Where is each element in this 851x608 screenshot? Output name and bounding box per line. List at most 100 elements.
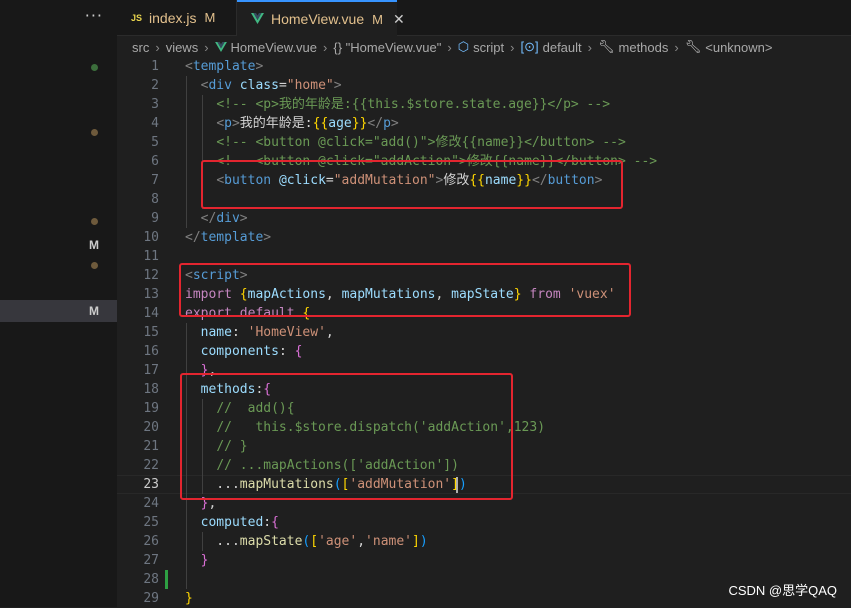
line-number: 20 — [143, 420, 159, 435]
breadcrumb-item[interactable]: HomeView.vue — [231, 40, 317, 55]
breadcrumb-item[interactable]: {} "HomeView.vue" — [333, 40, 441, 55]
git-added-bar — [165, 570, 168, 589]
code-token: name — [200, 325, 232, 340]
line-number: 4 — [151, 116, 159, 131]
more-actions-button[interactable]: ··· — [85, 6, 103, 25]
breadcrumb-item[interactable]: src — [132, 40, 149, 55]
code-token: > — [255, 59, 264, 74]
code-line[interactable]: computed:{ — [185, 513, 279, 532]
line-number: 9 — [151, 211, 159, 226]
code-token: </ — [200, 211, 217, 226]
code-line[interactable]: </div> — [185, 209, 248, 228]
code-line[interactable]: components: { — [185, 342, 303, 361]
tab-modified-mark: M — [204, 10, 216, 25]
code-token: > — [263, 230, 272, 245]
line-number: 15 — [143, 325, 159, 340]
code-token: { — [271, 515, 279, 530]
code-line[interactable]: <p>我的年龄是:{{age}}</p> — [185, 114, 399, 133]
indent-guide — [202, 532, 203, 551]
modified-mark: M — [89, 304, 99, 318]
line-number: 24 — [143, 496, 159, 511]
code-token: > — [239, 211, 248, 226]
git-status-dot — [91, 218, 98, 225]
line-number: 3 — [151, 97, 159, 112]
code-line[interactable]: <template> — [185, 57, 263, 76]
code-token: ) — [419, 534, 428, 549]
git-status-dot — [91, 262, 98, 269]
code-token: <!-- <p>我的年龄是:{{this.$store.state.age}}<… — [216, 97, 611, 112]
code-token: : — [231, 325, 248, 340]
code-token: template — [200, 230, 264, 245]
code-token: < — [216, 116, 225, 131]
code-token: : — [263, 515, 272, 530]
line-number: 21 — [143, 439, 159, 454]
line-number: 8 — [151, 192, 159, 207]
code-token: > — [333, 78, 342, 93]
tab-bar: js index.js M HomeView.vue M ✕ — [117, 0, 851, 36]
code-token: } — [200, 553, 209, 568]
line-number: 13 — [143, 287, 159, 302]
line-number: 18 — [143, 382, 159, 397]
indent-guide — [186, 76, 187, 228]
cube-icon: ⬡ — [457, 39, 470, 54]
annotation-box — [201, 160, 623, 209]
code-token: </ — [185, 230, 201, 245]
line-number: 1 — [151, 59, 159, 74]
code-line[interactable]: } — [185, 551, 209, 570]
breadcrumb-item[interactable]: script — [473, 40, 504, 55]
variable-icon: [⊙] — [520, 39, 539, 54]
breadcrumb-item[interactable]: <unknown> — [705, 40, 772, 55]
line-number: 26 — [143, 534, 159, 549]
close-icon[interactable]: ✕ — [393, 11, 405, 28]
code-line[interactable]: ...mapState(['age','name']) — [185, 532, 428, 551]
code-line[interactable]: name: 'HomeView', — [185, 323, 334, 342]
tab-index-js[interactable]: js index.js M — [117, 0, 237, 35]
line-number: 25 — [143, 515, 159, 530]
chevron-right-icon: › — [587, 39, 592, 55]
tab-homeview-vue[interactable]: HomeView.vue M ✕ — [237, 0, 405, 36]
code-token: template — [192, 59, 256, 74]
line-number: 29 — [143, 591, 159, 606]
annotation-box — [180, 373, 513, 500]
code-token: 'name' — [365, 534, 413, 549]
tab-modified-mark: M — [372, 11, 383, 27]
vue-file-icon — [214, 40, 227, 55]
code-token: > — [390, 116, 399, 131]
line-number: 2 — [151, 78, 159, 93]
code-token: div — [216, 211, 240, 226]
code-token: 我的年龄是: — [239, 116, 313, 131]
code-token: {{ — [312, 116, 329, 131]
code-token: p — [383, 116, 391, 131]
code-token: > — [231, 116, 240, 131]
code-token: = — [278, 78, 287, 93]
js-file-icon: js — [131, 12, 143, 23]
code-token: ... — [185, 534, 240, 549]
line-number: 11 — [143, 249, 159, 264]
breadcrumb: src › views › HomeView.vue › {} "HomeVie… — [117, 36, 851, 58]
code-token: < — [185, 59, 193, 74]
code-line[interactable]: </template> — [185, 228, 271, 247]
code-line[interactable]: } — [185, 589, 193, 608]
line-number: 27 — [143, 553, 159, 568]
breadcrumb-item[interactable]: views — [166, 40, 199, 55]
code-token: computed — [200, 515, 264, 530]
code-token: <!-- <button @click="add()">修改{{name}}</… — [216, 135, 626, 150]
line-number: 19 — [143, 401, 159, 416]
code-line[interactable]: <!-- <button @click="add()">修改{{name}}</… — [185, 133, 626, 152]
breadcrumb-item[interactable]: methods — [619, 40, 669, 55]
chevron-right-icon: › — [323, 39, 328, 55]
code-token: mapState — [239, 534, 303, 549]
tab-label: HomeView.vue — [271, 11, 365, 27]
code-line[interactable]: <!-- <p>我的年龄是:{{this.$store.state.age}}<… — [185, 95, 610, 114]
breadcrumb-item[interactable]: default — [543, 40, 582, 55]
code-token: components — [200, 344, 279, 359]
code-line[interactable]: <div class="home"> — [185, 76, 342, 95]
explorer-selected-row[interactable] — [0, 300, 117, 322]
